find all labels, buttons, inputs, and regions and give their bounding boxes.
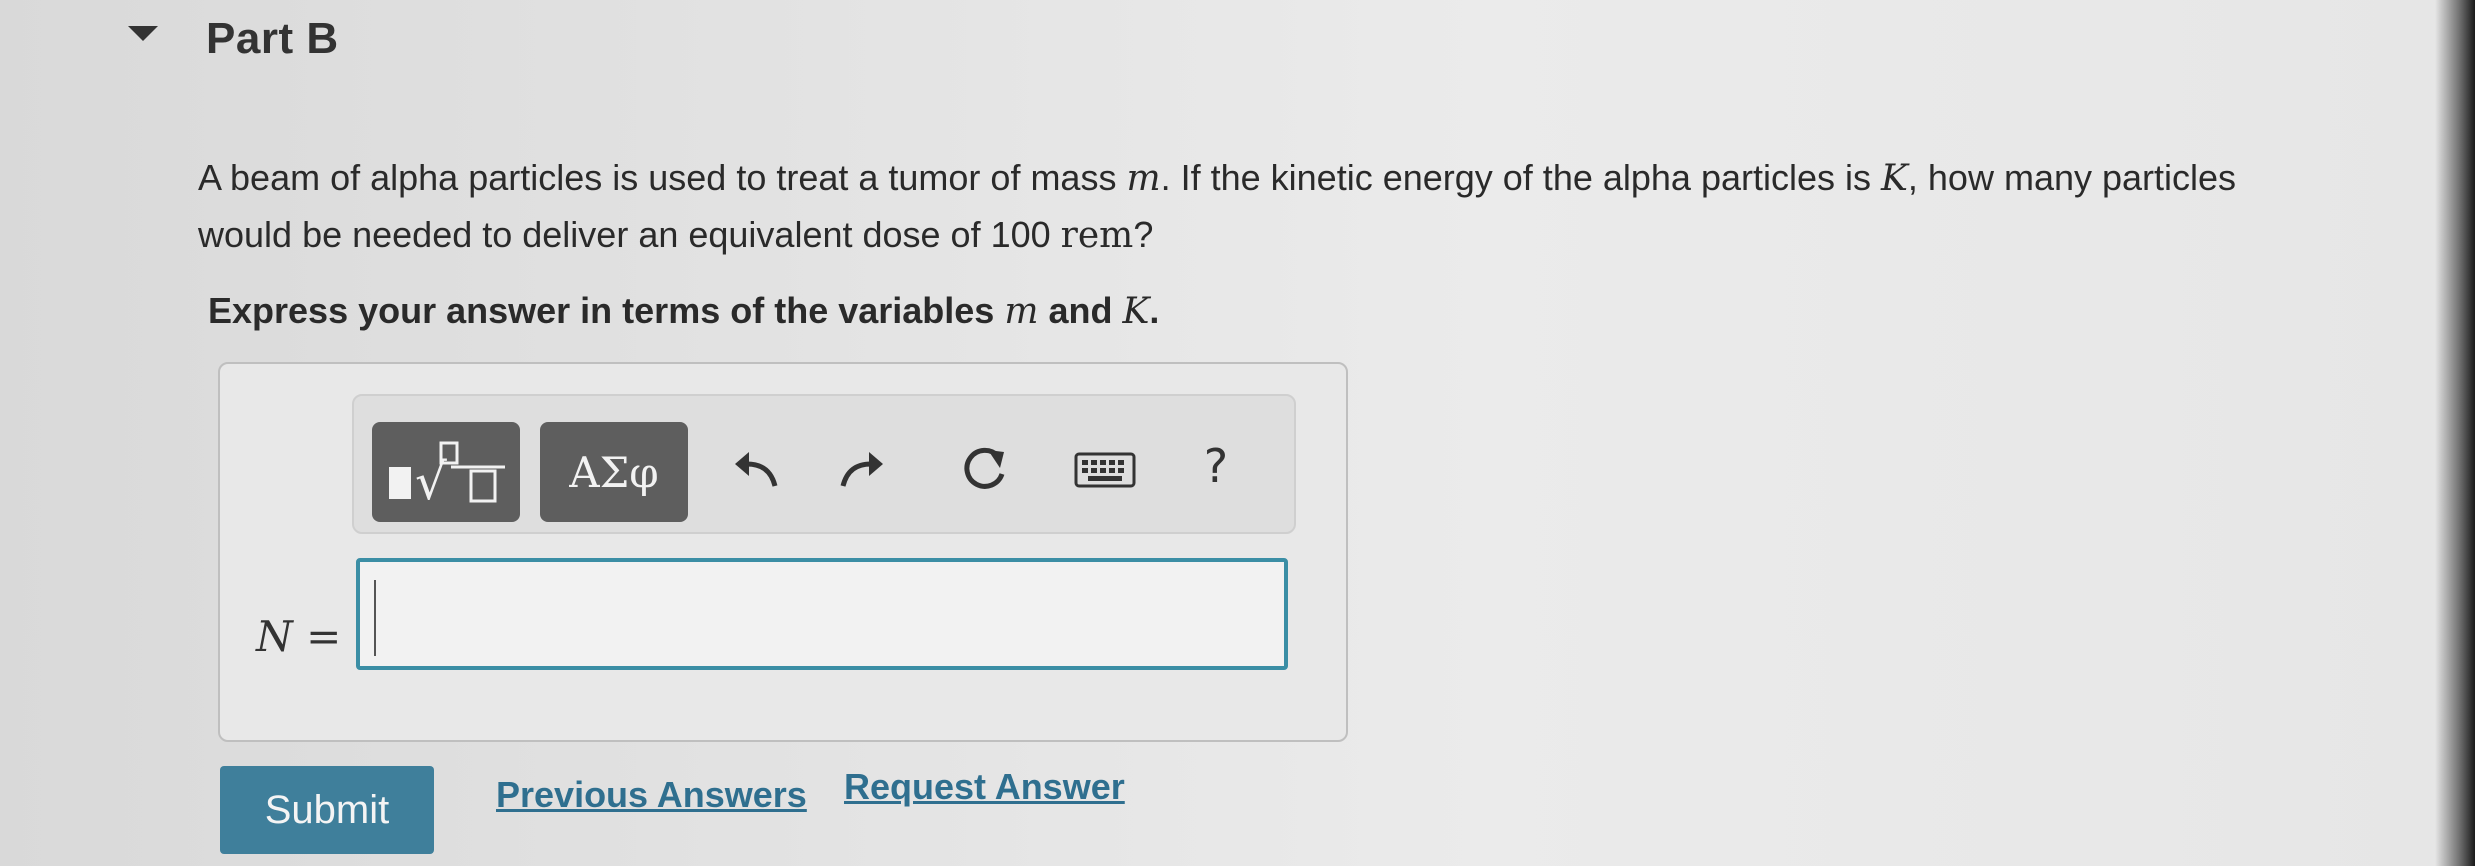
symbols-button[interactable]: ΑΣφ	[540, 422, 688, 522]
part-title: Part B	[206, 14, 339, 63]
instruction-text: Express your answer in terms of the vari…	[208, 290, 1159, 332]
unit-rem: rem	[1060, 215, 1134, 256]
collapse-triangle-icon[interactable]	[128, 26, 158, 41]
instruction-text-2: and	[1038, 290, 1123, 331]
templates-icon: √	[389, 441, 505, 507]
instruction-variable-m: m	[1004, 291, 1039, 332]
question-text-2: . If the kinetic energy of the alpha par…	[1160, 157, 1881, 198]
keyboard-icon[interactable]	[1070, 440, 1140, 500]
instruction-variable-k: K	[1122, 291, 1150, 332]
previous-answers-link[interactable]: Previous Answers	[496, 774, 807, 816]
undo-icon[interactable]	[726, 440, 786, 500]
templates-button[interactable]: √	[372, 422, 520, 522]
answer-variable-text: N =	[256, 612, 342, 661]
instruction-text-1: Express your answer in terms of the vari…	[208, 290, 1005, 331]
variable-k: K	[1881, 158, 1908, 199]
question-text-1: A beam of alpha particles is used to tre…	[198, 157, 1127, 198]
answer-variable-label: N =	[256, 612, 341, 661]
screen-edge-shadow	[2435, 0, 2475, 866]
instruction-text-3: .	[1149, 290, 1160, 331]
question-text-4: ?	[1133, 214, 1154, 255]
submit-button[interactable]: Submit	[220, 766, 434, 854]
help-icon[interactable]: ?	[1186, 436, 1246, 496]
question-text: A beam of alpha particles is used to tre…	[198, 150, 2298, 264]
answer-input[interactable]	[356, 558, 1288, 670]
reset-icon[interactable]	[954, 440, 1014, 500]
variable-m: m	[1126, 158, 1161, 199]
math-toolbar: √ ΑΣφ ?	[352, 394, 1296, 534]
redo-icon[interactable]	[832, 440, 892, 500]
text-caret	[374, 580, 376, 656]
request-answer-link[interactable]: Request Answer	[844, 766, 1125, 808]
